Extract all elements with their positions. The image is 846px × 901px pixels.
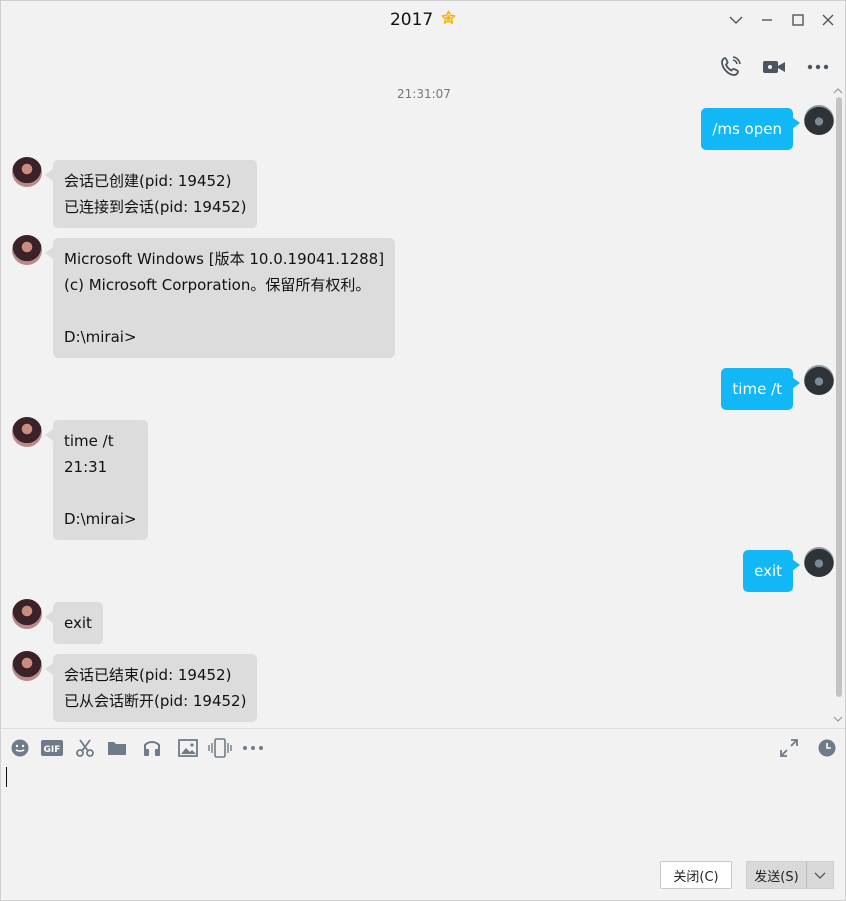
chevron-down-icon[interactable]: [725, 9, 747, 31]
bubble-tail: [45, 169, 53, 181]
scrollbar-thumb[interactable]: [836, 97, 842, 697]
avatar[interactable]: [12, 235, 42, 265]
emoji-icon[interactable]: [8, 736, 32, 760]
message-bubble[interactable]: time /t 21:31 D:\mirai>: [53, 420, 148, 540]
chat-history[interactable]: 21:31:07 /ms open 会话已创建(pid: 19452) 已连接到…: [1, 81, 846, 727]
more-icon[interactable]: [804, 53, 832, 81]
window-title: 2017: [1, 10, 845, 30]
divider: [1, 728, 845, 729]
message-bubble[interactable]: Microsoft Windows [版本 10.0.19041.1288] (…: [53, 238, 396, 358]
message-bubble[interactable]: 会话已创建(pid: 19452) 已连接到会话(pid: 19452): [53, 160, 258, 228]
avatar[interactable]: [12, 599, 42, 629]
close-icon[interactable]: [817, 9, 839, 31]
message-bubble[interactable]: /ms open: [701, 108, 793, 150]
close-button[interactable]: 关闭(C): [660, 861, 732, 889]
svg-text:GIF: GIF: [44, 745, 61, 755]
message-bubble[interactable]: 会话已结束(pid: 19452) 已从会话断开(pid: 19452): [53, 654, 258, 722]
scroll-down-arrow[interactable]: [833, 715, 843, 723]
avatar[interactable]: [804, 365, 834, 395]
minimize-icon[interactable]: [756, 9, 778, 31]
maximize-icon[interactable]: [787, 9, 809, 31]
message-input[interactable]: [5, 765, 841, 855]
screenshot-scissors-icon[interactable]: [73, 736, 97, 760]
text-caret: [6, 767, 7, 787]
avatar[interactable]: [804, 105, 834, 135]
message-bubble[interactable]: exit: [53, 602, 103, 644]
bubble-tail: [45, 247, 53, 259]
video-call-icon[interactable]: [760, 53, 788, 81]
title-bar: 2017: [1, 1, 845, 41]
avatar[interactable]: [12, 157, 42, 187]
message-bubble[interactable]: time /t: [721, 368, 793, 410]
avatar[interactable]: [804, 547, 834, 577]
message-bubble[interactable]: exit: [743, 550, 793, 592]
bubble-tail: [792, 377, 800, 389]
history-clock-icon[interactable]: [815, 736, 839, 760]
phone-call-icon[interactable]: [717, 53, 745, 81]
avatar[interactable]: [12, 417, 42, 447]
bubble-tail: [792, 117, 800, 129]
bubble-tail: [45, 611, 53, 623]
image-icon[interactable]: [176, 736, 200, 760]
expand-icon[interactable]: [777, 736, 801, 760]
gif-icon[interactable]: GIF: [39, 736, 65, 760]
folder-icon[interactable]: [105, 736, 129, 760]
music-icon[interactable]: [140, 736, 164, 760]
bubble-tail: [45, 663, 53, 675]
bubble-tail: [792, 559, 800, 571]
chat-window: 2017 21:31:07 /ms open 会话已创建(pid: 19452)…: [0, 0, 846, 901]
scroll-up-arrow[interactable]: [833, 87, 843, 95]
star-icon[interactable]: [436, 10, 456, 29]
input-toolbar: GIF: [1, 736, 845, 760]
more-icon[interactable]: [241, 736, 265, 760]
message-timestamp: 21:31:07: [397, 87, 451, 101]
avatar[interactable]: [12, 651, 42, 681]
send-button[interactable]: 发送(S): [746, 861, 806, 889]
send-options-chevron-icon[interactable]: [806, 861, 834, 889]
bubble-tail: [45, 429, 53, 441]
shake-icon[interactable]: [208, 736, 232, 760]
window-title-text: 2017: [389, 10, 434, 30]
